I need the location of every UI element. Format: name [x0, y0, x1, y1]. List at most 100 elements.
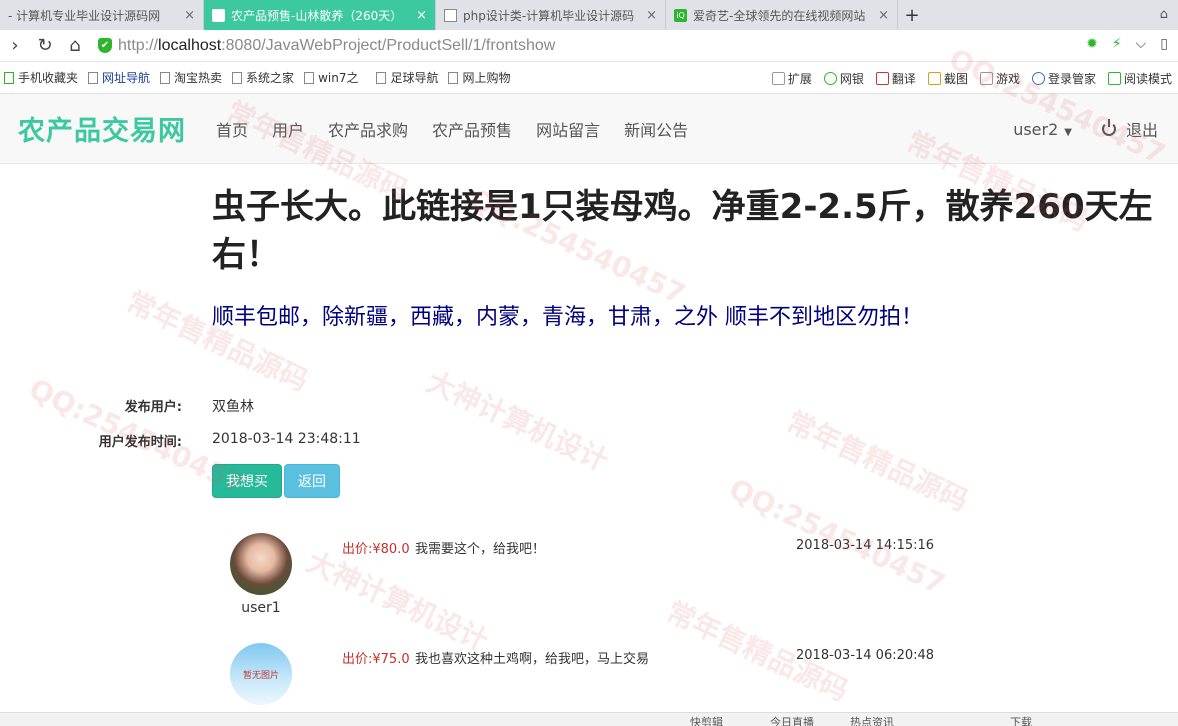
bid-message: 我需要这个，给我吧！: [415, 542, 546, 557]
screenshot-button[interactable]: 截图: [927, 70, 968, 87]
address-bar-tools: ✹ ⚡ ⌵ ▯: [1086, 36, 1168, 52]
avatar-placeholder-text: 暂无图片: [242, 670, 279, 681]
bookmark-label: 系统之家: [246, 71, 295, 85]
username: user2: [1013, 119, 1059, 139]
bookmark-item[interactable]: 网址导航: [88, 69, 150, 86]
shirt-icon[interactable]: ⌂: [1160, 7, 1168, 22]
scissors-icon: [927, 71, 941, 85]
product-title: 虫子长大。此链接是1只装母鸡。净重2-2.5斤，散养260天左右！: [212, 187, 1153, 275]
tab-label: 爱奇艺-全球领先的在线视频网站: [693, 8, 866, 23]
chevron-down-icon[interactable]: ⌵: [1136, 36, 1147, 52]
menu-item-purchase[interactable]: 农产品求购: [316, 117, 420, 141]
power-icon: [1101, 119, 1116, 136]
game-button[interactable]: 游戏: [979, 70, 1020, 87]
book-icon: [1107, 71, 1121, 85]
tab-label: php设计类-计算机毕业设计源码: [463, 8, 635, 23]
reload-icon[interactable]: ↻: [30, 35, 60, 56]
menu-item-presale[interactable]: 农产品预售: [420, 117, 524, 141]
extension-button[interactable]: 扩展: [771, 70, 812, 87]
iqiyi-icon: iQ: [674, 8, 687, 22]
close-icon[interactable]: ×: [408, 8, 427, 23]
bookmarks-bar: 手机收藏夹 网址导航 淘宝热卖 系统之家 win7之 足球导航 网上购物 扩展 …: [0, 62, 1178, 94]
document-icon: [448, 71, 459, 84]
bookmark-item[interactable]: 网上购物: [448, 69, 510, 86]
phone-icon: [4, 71, 14, 84]
tab-label: 农产品预售-山林散养（260天）: [231, 8, 403, 23]
menu-item-messages[interactable]: 网站留言: [524, 117, 612, 141]
menu-item-users[interactable]: 用户: [260, 117, 316, 141]
bid-user[interactable]: user1: [230, 600, 292, 616]
bid-time: 2018-03-14 14:15:16: [796, 538, 935, 553]
toolbar-label: 游戏: [995, 71, 1020, 86]
close-icon[interactable]: ×: [870, 8, 889, 23]
browser-tab-4[interactable]: iQ 爱奇艺-全球领先的在线视频网站 ×: [666, 0, 898, 30]
menu-item-home[interactable]: 首页: [204, 117, 260, 141]
status-item[interactable]: 今日直播: [770, 714, 814, 726]
site-brand[interactable]: 农产品交易网: [18, 109, 186, 148]
logout-button[interactable]: 退出: [1101, 117, 1158, 141]
product-subtitle: 顺丰包邮，除新疆，西藏，内蒙，青海，甘肃，之外 顺丰不到地区勿拍！: [212, 305, 923, 330]
extension-icon[interactable]: ✹: [1086, 36, 1098, 52]
browser-status-bar: 快剪辑 今日直播 热点资讯 下载: [0, 712, 1178, 726]
url-path: :8080/JavaWebProject/ProductSell/1/front…: [221, 36, 556, 54]
site-navbar: 农产品交易网 首页 用户 农产品求购 农产品预售 网站留言 新闻公告 user2…: [0, 94, 1178, 164]
browser-tab-2[interactable]: 农产品预售-山林散养（260天） ×: [204, 0, 436, 30]
bid-price: 出价:¥80.0: [342, 542, 410, 557]
bookmark-label: 足球导航: [390, 71, 439, 85]
address-bar: › ↻ ⌂ ✔ http:// localhost :8080/JavaWebP…: [0, 30, 1178, 62]
mobile-icon[interactable]: ▯: [1160, 36, 1168, 52]
search-icon: [1031, 71, 1045, 85]
status-item[interactable]: 热点资讯: [850, 714, 894, 726]
toolbar-label: 网银: [839, 71, 864, 86]
avatar[interactable]: [230, 533, 292, 595]
status-item[interactable]: 快剪辑: [690, 714, 723, 726]
buy-button[interactable]: 我想买: [212, 464, 282, 498]
new-tab-button[interactable]: +: [898, 0, 926, 30]
avatar[interactable]: 暂无图片: [230, 643, 292, 705]
main-menu: 首页 用户 农产品求购 农产品预售 网站留言 新闻公告: [204, 117, 700, 141]
product-detail: 虫子长大。此链接是1只装母鸡。净重2-2.5斤，散养260天左右！ 顺丰包邮，除…: [0, 165, 1178, 726]
document-icon: [232, 71, 243, 84]
publisher-label: 发布用户:: [124, 400, 182, 415]
back-button[interactable]: 返回: [284, 464, 340, 498]
document-icon: [160, 71, 171, 84]
bookmark-item[interactable]: 足球导航: [376, 69, 438, 86]
document-icon: [88, 71, 99, 84]
browser-toolbar: 扩展 网银 翻译 截图 游戏 登录管家 阅读模式: [771, 62, 1172, 94]
bookmark-item[interactable]: win7之: [304, 69, 358, 86]
caret-down-icon: ▼: [1064, 126, 1072, 138]
toolbar-label: 截图: [943, 71, 968, 86]
translate-button[interactable]: 翻译: [875, 70, 916, 87]
bookmark-label: 网址导航: [102, 71, 151, 85]
close-icon[interactable]: ×: [638, 8, 657, 23]
bookmark-item[interactable]: 系统之家: [232, 69, 294, 86]
toolbar-label: 阅读模式: [1123, 71, 1172, 86]
bookmark-item[interactable]: 淘宝热卖: [160, 69, 222, 86]
bookmark-item[interactable]: 手机收藏夹: [4, 69, 78, 86]
close-icon[interactable]: ×: [176, 8, 195, 23]
publish-time-label: 用户发布时间:: [98, 435, 182, 450]
forward-icon[interactable]: ›: [0, 35, 30, 56]
url-field[interactable]: ✔ http:// localhost :8080/JavaWebProject…: [98, 37, 555, 55]
bid-message: 我也喜欢这种土鸡啊，给我吧，马上交易: [415, 652, 650, 667]
browser-tab-strip: - 计算机专业毕业设计源码网 × 农产品预售-山林散养（260天） × php设…: [0, 0, 1178, 30]
bid-time: 2018-03-14 06:20:48: [796, 648, 935, 663]
home-icon[interactable]: ⌂: [60, 35, 90, 56]
tab-label: - 计算机专业毕业设计源码网: [8, 8, 161, 23]
reading-mode-button[interactable]: 阅读模式: [1107, 70, 1172, 87]
user-dropdown[interactable]: user2 ▼: [1013, 120, 1072, 139]
user-area: user2 ▼ 退出: [1013, 94, 1158, 164]
bid-price: 出价:¥75.0: [342, 652, 410, 667]
ebank-button[interactable]: 网银: [823, 70, 864, 87]
status-item[interactable]: 下载: [1010, 714, 1032, 726]
page-icon: [212, 8, 225, 22]
login-manager-button[interactable]: 登录管家: [1031, 70, 1096, 87]
browser-tab-1[interactable]: - 计算机专业毕业设计源码网 ×: [0, 0, 204, 30]
bookmark-label: 网上购物: [462, 71, 511, 85]
lightning-icon[interactable]: ⚡: [1112, 36, 1122, 52]
bookmark-label: 淘宝热卖: [174, 71, 223, 85]
browser-tab-3[interactable]: php设计类-计算机毕业设计源码 ×: [436, 0, 666, 30]
publisher-value: 双鱼林: [212, 399, 254, 415]
menu-item-news[interactable]: 新闻公告: [612, 117, 700, 141]
bookmark-label: 手机收藏夹: [18, 71, 79, 85]
